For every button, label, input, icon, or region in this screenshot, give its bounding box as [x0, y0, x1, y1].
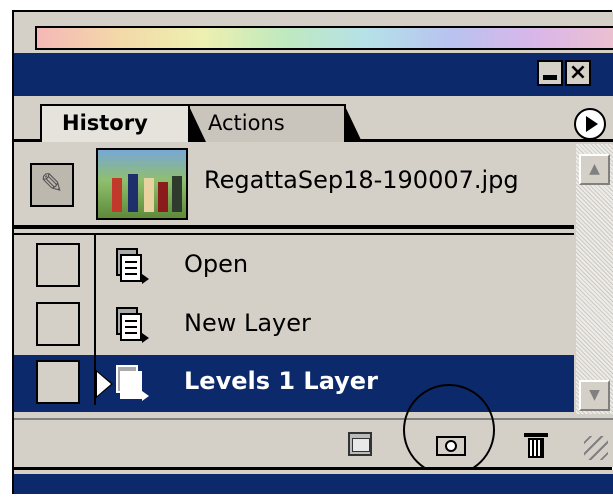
color-spectrum-bar[interactable]: [35, 26, 613, 50]
snapshot-name: RegattaSep18-190007.jpg: [204, 166, 519, 194]
history-brush-icon[interactable]: ✎: [30, 163, 74, 207]
history-item-new-layer[interactable]: New Layer: [14, 297, 574, 354]
scroll-down-icon[interactable]: ▼: [579, 380, 610, 411]
history-item-open[interactable]: Open: [14, 238, 574, 295]
next-panel-titlebar: [14, 470, 613, 494]
history-item-label: New Layer: [184, 309, 311, 337]
snapshot-row[interactable]: ✎ RegattaSep18-190007.jpg: [14, 144, 574, 224]
snapshot-thumbnail: [96, 148, 188, 220]
panel-menu-arrow-icon[interactable]: [574, 108, 606, 140]
close-icon[interactable]: ×: [565, 60, 591, 86]
history-source-checkbox[interactable]: [36, 360, 80, 404]
vertical-scrollbar[interactable]: ▲ ▼: [576, 144, 613, 414]
resize-grip-icon[interactable]: [584, 436, 608, 460]
tab-row: History Actions: [14, 96, 613, 142]
history-source-checkbox[interactable]: [36, 302, 80, 346]
scroll-up-icon[interactable]: ▲: [579, 154, 610, 185]
history-state-icon: [116, 307, 149, 343]
history-item-label: Open: [184, 250, 249, 278]
tab-actions[interactable]: Actions: [186, 104, 362, 142]
history-state-icon: [116, 365, 149, 401]
history-panel: × History Actions ✎ RegattaSep18-190007.…: [14, 12, 613, 467]
history-source-checkbox[interactable]: [36, 243, 80, 287]
new-document-icon[interactable]: [344, 430, 376, 460]
trash-icon[interactable]: [519, 430, 551, 460]
divider: [14, 225, 574, 229]
highlight-circle: [403, 384, 495, 476]
history-state-icon: [116, 248, 149, 284]
history-item-label: Levels 1 Layer: [184, 367, 378, 395]
history-state-slider-fill: [97, 372, 111, 396]
minimize-icon[interactable]: [537, 60, 563, 86]
tab-history[interactable]: History: [40, 104, 206, 142]
panel-toolbar: [14, 418, 613, 467]
panel-titlebar[interactable]: ×: [14, 53, 613, 96]
